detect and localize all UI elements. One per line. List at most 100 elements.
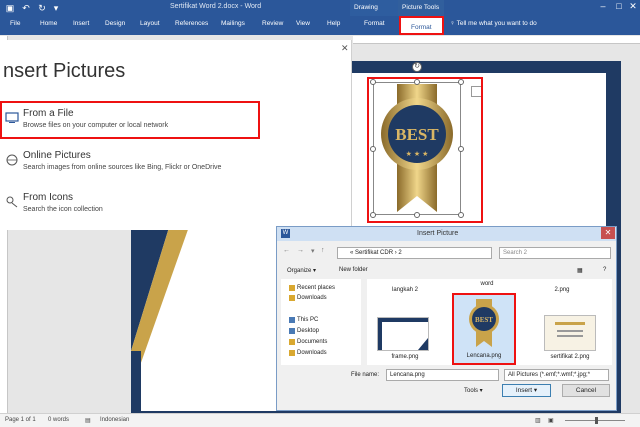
word-count[interactable]: 0 words xyxy=(48,417,69,423)
address-crumb-1[interactable]: Sertifikat CDR xyxy=(355,250,393,256)
undo-icon[interactable]: ↶ xyxy=(20,2,32,14)
file-name-input[interactable]: Lencana.png xyxy=(386,369,499,381)
horizontal-ruler xyxy=(353,36,640,44)
page-count[interactable]: Page 1 of 1 xyxy=(5,417,36,423)
dialog-toolbar: Organize ▾ New folder ▦ ? xyxy=(277,265,616,278)
tab-references[interactable]: References xyxy=(175,20,208,27)
file-type-value: All Pictures (*.emf;*.wmf;*.jpg;* xyxy=(508,372,591,378)
file-label: sertifikat 2.png xyxy=(550,354,590,360)
minimize-icon[interactable]: – xyxy=(596,1,610,11)
file-label: langkah 2 xyxy=(391,287,419,293)
address-crumb-2[interactable]: 2 xyxy=(398,250,401,256)
window-title: Sertifikat Word 2.docx - Word xyxy=(170,3,262,10)
file-name-value: Lencana.png xyxy=(390,372,425,378)
pc-icon xyxy=(289,317,295,323)
print-layout-icon[interactable]: ▣ xyxy=(548,417,554,424)
tools-dropdown[interactable]: Tools ▾ xyxy=(464,387,483,394)
proofing-icon[interactable]: ▤ xyxy=(85,417,91,424)
panel-title: nsert Pictures xyxy=(3,60,126,82)
view-options-icon[interactable]: ▦ xyxy=(577,267,583,274)
option-online-pictures[interactable]: Online Pictures Search images from onlin… xyxy=(0,150,260,182)
word-icon: W xyxy=(281,229,290,238)
file-item[interactable]: frame.png xyxy=(375,354,435,360)
tell-me-search[interactable]: ♀ Tell me what you want to do xyxy=(450,20,537,27)
tell-me-label: Tell me what you want to do xyxy=(456,20,537,27)
customize-qat-icon[interactable]: ▾ xyxy=(50,2,62,14)
maximize-icon[interactable]: □ xyxy=(612,1,626,11)
insert-dropdown-icon[interactable]: ▾ xyxy=(534,387,537,394)
file-label: 2.png xyxy=(554,287,570,293)
selected-file-lencana[interactable]: BEST Lencana.png xyxy=(452,293,516,365)
tab-design[interactable]: Design xyxy=(105,20,125,27)
nav-this-pc[interactable]: This PC xyxy=(289,317,319,323)
lightbulb-icon: ♀ xyxy=(450,20,457,27)
nav-label: Downloads xyxy=(297,295,327,301)
option-from-icons-title: From Icons xyxy=(23,192,74,203)
context-drawing-tools: Drawing Tools xyxy=(350,0,398,27)
new-folder-button[interactable]: New folder xyxy=(339,267,368,273)
cancel-button[interactable]: Cancel xyxy=(562,384,610,397)
tab-layout[interactable]: Layout xyxy=(140,20,160,27)
ribbon-tabs: File Home Insert Design Layout Reference… xyxy=(0,16,640,35)
dialog-close-icon[interactable]: ✕ xyxy=(601,227,615,239)
file-item[interactable]: sertifikat 2.png xyxy=(539,354,601,360)
read-mode-icon[interactable]: ▥ xyxy=(535,417,541,424)
up-icon[interactable]: ↑ xyxy=(321,247,325,254)
tab-file[interactable]: File xyxy=(10,20,20,27)
tab-insert[interactable]: Insert xyxy=(73,20,89,27)
nav-label: This PC xyxy=(297,317,319,323)
nav-label: Documents xyxy=(297,339,328,345)
option-online-pictures-title: Online Pictures xyxy=(23,150,91,161)
tab-view[interactable]: View xyxy=(296,20,310,27)
option-from-icons[interactable]: From Icons Search the icon collection xyxy=(0,192,260,224)
back-icon[interactable]: ← xyxy=(283,247,290,254)
nav-label: Recent places xyxy=(297,285,336,291)
badge-highlight-frame xyxy=(367,77,483,223)
file-type-select[interactable]: All Pictures (*.emf;*.wmf;*.jpg;* xyxy=(504,369,609,381)
from-file-highlight xyxy=(0,101,260,139)
rotate-handle[interactable]: ↻ xyxy=(412,62,422,72)
nav-desktop[interactable]: Desktop xyxy=(289,328,319,334)
file-name-label: File name: xyxy=(351,372,380,378)
option-from-icons-desc: Search the icon collection xyxy=(23,206,103,213)
dialog-title: Insert Picture xyxy=(417,230,459,237)
tab-review[interactable]: Review xyxy=(262,20,283,27)
forward-icon[interactable]: → xyxy=(297,247,304,254)
panel-close-icon[interactable]: ✕ xyxy=(341,43,349,54)
organize-button[interactable]: Organize ▾ xyxy=(287,267,316,274)
save-icon[interactable]: ▣ xyxy=(4,2,16,14)
nav-downloads[interactable]: Downloads xyxy=(289,295,327,301)
icons-icon xyxy=(6,196,18,208)
file-item[interactable]: word xyxy=(457,281,517,287)
tab-format-drawing[interactable]: Format xyxy=(364,20,385,27)
thumb-badge-text: BEST xyxy=(475,316,493,324)
close-window-icon[interactable]: ✕ xyxy=(626,1,640,12)
zoom-slider-knob[interactable] xyxy=(595,417,598,424)
nav-downloads-2[interactable]: Downloads xyxy=(289,350,327,356)
file-label: Lencana.png xyxy=(466,353,502,359)
redo-icon[interactable]: ↻ xyxy=(36,2,48,14)
insert-label: Insert xyxy=(515,387,533,394)
navigation-pane: Recent places Downloads This PC Desktop … xyxy=(281,279,361,365)
file-item[interactable]: langkah 2 xyxy=(375,287,435,293)
file-item[interactable]: 2.png xyxy=(532,287,592,293)
file-label: word xyxy=(480,281,494,287)
help-icon[interactable]: ? xyxy=(603,267,606,273)
search-placeholder: Search 2 xyxy=(503,250,528,256)
search-input[interactable]: Search 2 xyxy=(499,247,611,259)
nav-documents[interactable]: Documents xyxy=(289,339,328,345)
globe-icon xyxy=(6,154,18,166)
language[interactable]: Indonesian xyxy=(100,417,129,423)
insert-button[interactable]: Insert ▾ xyxy=(502,384,551,397)
tab-format-picture[interactable]: Format xyxy=(399,16,444,35)
file-label: frame.png xyxy=(391,354,419,360)
folder-icon xyxy=(289,295,295,301)
address-bar[interactable]: « Sertifikat CDR › 2 xyxy=(337,247,492,259)
tab-help[interactable]: Help xyxy=(327,20,340,27)
certificate-thumbnail xyxy=(545,316,595,350)
lencana-thumbnail: BEST xyxy=(469,299,499,347)
nav-recent-places[interactable]: Recent places xyxy=(289,285,336,291)
tab-mailings[interactable]: Mailings xyxy=(221,20,245,27)
recent-chevron-icon[interactable]: ▾ xyxy=(311,247,315,255)
tab-home[interactable]: Home xyxy=(40,20,57,27)
